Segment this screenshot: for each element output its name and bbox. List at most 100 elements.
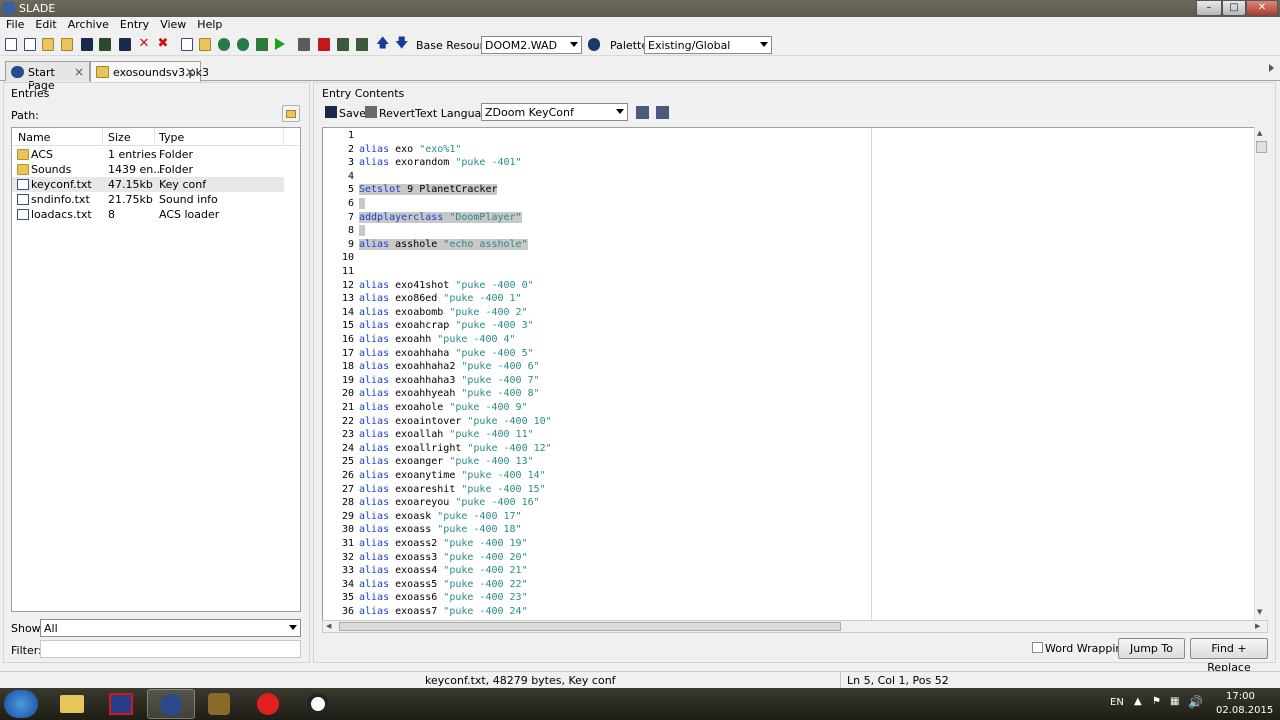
- import-icon[interactable]: [218, 38, 230, 51]
- vertical-scroll-thumb[interactable]: [1256, 141, 1267, 153]
- code-line[interactable]: [359, 224, 366, 238]
- doom-taskbar-icon[interactable]: [196, 689, 244, 719]
- palette-select[interactable]: Existing/Global: [644, 36, 772, 54]
- tab-start-page[interactable]: Start Page ×: [5, 61, 90, 92]
- menu-edit[interactable]: Edit: [29, 17, 61, 31]
- code-line[interactable]: addplayerclass "DoomPlayer": [359, 211, 522, 225]
- word-wrapping-checkbox[interactable]: [1032, 642, 1043, 653]
- scroll-left-icon[interactable]: ◀: [326, 622, 331, 630]
- flag-app-taskbar-icon[interactable]: [97, 689, 145, 719]
- text-editor[interactable]: 1 2 3 4 5 6 7 8 9 10 11 12 13 14 15 16 17 18 19 20 21 22 23 24 2…: [322, 127, 1268, 621]
- save-button[interactable]: Save: [339, 107, 366, 120]
- tab-exosoundsv3[interactable]: exosoundsv3.pk3 ×: [90, 61, 209, 82]
- horizontal-scrollbar[interactable]: ◀ ▶: [322, 620, 1268, 633]
- recorder-taskbar-icon[interactable]: [295, 689, 343, 719]
- menu-help[interactable]: Help: [191, 17, 227, 31]
- code-line[interactable]: alias exoallah "puke -400 11": [359, 428, 534, 442]
- scroll-down-icon[interactable]: ▼: [1257, 608, 1262, 616]
- menu-view[interactable]: View: [154, 17, 191, 31]
- export-as-icon[interactable]: [356, 38, 368, 51]
- explorer-taskbar-icon[interactable]: [48, 689, 96, 719]
- scroll-right-icon[interactable]: ▶: [1255, 622, 1260, 630]
- scroll-up-icon[interactable]: ▲: [1257, 129, 1262, 137]
- maximize-button[interactable]: □: [1222, 0, 1246, 16]
- code-line[interactable]: Setslot 9 PlanetCracker: [359, 183, 498, 197]
- new-entry-icon[interactable]: [181, 38, 193, 51]
- save-icon[interactable]: [81, 38, 93, 51]
- close-icon[interactable]: ✕: [138, 37, 150, 51]
- code-line[interactable]: alias exoareshit "puke -400 15": [359, 483, 546, 497]
- code-line[interactable]: alias exoass5 "puke -400 22": [359, 578, 528, 592]
- start-button-icon[interactable]: [4, 690, 38, 718]
- save-all-icon[interactable]: [119, 38, 131, 51]
- code-line[interactable]: alias exoass "puke -400 18": [359, 523, 522, 537]
- find-replace-button[interactable]: Find + Replace: [1190, 638, 1268, 674]
- code-line[interactable]: alias exoahcrap "puke -400 3": [359, 319, 534, 333]
- code-line[interactable]: alias exoahhaha "puke -400 5": [359, 347, 534, 361]
- code-line[interactable]: alias exoahh "puke -400 4": [359, 333, 516, 347]
- up-directory-button[interactable]: [282, 105, 300, 122]
- action-center-flag-icon[interactable]: ⚑: [1152, 696, 1161, 707]
- new-archive-icon[interactable]: [5, 38, 17, 51]
- save-as-icon[interactable]: [99, 38, 111, 51]
- code-line[interactable]: alias exo41shot "puke -400 0": [359, 279, 534, 293]
- clock-time[interactable]: 17:00: [1226, 691, 1255, 702]
- yandex-browser-taskbar-icon[interactable]: [245, 689, 293, 719]
- volume-icon[interactable]: 🔊: [1188, 695, 1203, 709]
- close-tab-icon[interactable]: ×: [74, 65, 84, 79]
- sort-ascending-icon[interactable]: [636, 106, 649, 119]
- entry-row-sndinfo[interactable]: sndinfo.txt 21.75kb Sound info: [12, 192, 284, 207]
- entry-row-loadacs[interactable]: loadacs.txt 8 ACS loader: [12, 207, 284, 222]
- code-line[interactable]: alias exoallright "puke -400 12": [359, 442, 552, 456]
- rename-icon[interactable]: [298, 38, 310, 51]
- export-icon[interactable]: [337, 38, 349, 51]
- code-line[interactable]: alias asshole "echo asshole": [359, 238, 528, 252]
- tray-expand-icon[interactable]: ▲: [1134, 696, 1142, 707]
- run-icon[interactable]: [275, 38, 285, 50]
- code-line[interactable]: alias exoaintover "puke -400 10": [359, 415, 552, 429]
- vertical-scrollbar[interactable]: ▲ ▼: [1254, 127, 1268, 621]
- filter-input[interactable]: [40, 640, 301, 658]
- sort-descending-icon[interactable]: [656, 106, 669, 119]
- entry-row-keyconf[interactable]: keyconf.txt 47.15kb Key conf: [12, 177, 284, 192]
- revert-button[interactable]: Revert: [379, 107, 415, 120]
- close-window-button[interactable]: ✕: [1246, 0, 1278, 16]
- clock-date[interactable]: 02.08.2015: [1216, 705, 1273, 716]
- move-up-icon[interactable]: 🡅: [376, 37, 389, 51]
- horizontal-scroll-thumb[interactable]: [339, 622, 841, 631]
- build-icon[interactable]: [256, 38, 268, 51]
- slade-taskbar-icon[interactable]: [147, 689, 195, 719]
- delete-icon[interactable]: [318, 38, 330, 51]
- menu-file[interactable]: File: [0, 17, 29, 31]
- code-line[interactable]: alias exoahhaha3 "puke -400 7": [359, 374, 540, 388]
- code-line[interactable]: alias exoabomb "puke -400 2": [359, 306, 528, 320]
- column-type[interactable]: Type: [159, 131, 184, 144]
- menu-entry[interactable]: Entry: [114, 17, 154, 31]
- code-line[interactable]: alias exoahole "puke -400 9": [359, 401, 528, 415]
- code-line[interactable]: alias exoanger "puke -400 13": [359, 455, 534, 469]
- code-line[interactable]: [359, 197, 366, 211]
- menu-archive[interactable]: Archive: [62, 17, 114, 31]
- code-line[interactable]: alias exoask "puke -400 17": [359, 510, 522, 524]
- new-folder-icon[interactable]: [199, 38, 211, 51]
- column-size[interactable]: Size: [108, 131, 131, 144]
- new-directory-icon[interactable]: [24, 38, 36, 51]
- show-select[interactable]: All: [40, 619, 301, 637]
- text-language-select[interactable]: ZDoom KeyConf: [481, 103, 628, 121]
- close-tab-icon[interactable]: ×: [185, 65, 195, 79]
- language-indicator[interactable]: EN: [1110, 697, 1124, 708]
- open-icon[interactable]: [42, 38, 54, 51]
- jump-to-button[interactable]: Jump To: [1118, 638, 1185, 659]
- code-line[interactable]: alias exoanytime "puke -400 14": [359, 469, 546, 483]
- entry-list[interactable]: Name Size Type ACS 1 entries Folder Soun…: [11, 127, 301, 612]
- open-directory-icon[interactable]: [61, 38, 73, 51]
- import-folder-icon[interactable]: [237, 38, 249, 51]
- move-down-icon[interactable]: 🡇: [395, 37, 408, 51]
- base-resource-select[interactable]: DOOM2.WAD: [481, 36, 582, 54]
- tab-scroll-right-icon[interactable]: [1269, 64, 1274, 72]
- code-line[interactable]: alias exoass3 "puke -400 20": [359, 551, 528, 565]
- code-line[interactable]: alias exoass6 "puke -400 23": [359, 591, 528, 605]
- column-name[interactable]: Name: [18, 131, 50, 144]
- entry-row-acs[interactable]: ACS 1 entries Folder: [12, 147, 284, 162]
- close-all-icon[interactable]: ✖: [157, 37, 169, 51]
